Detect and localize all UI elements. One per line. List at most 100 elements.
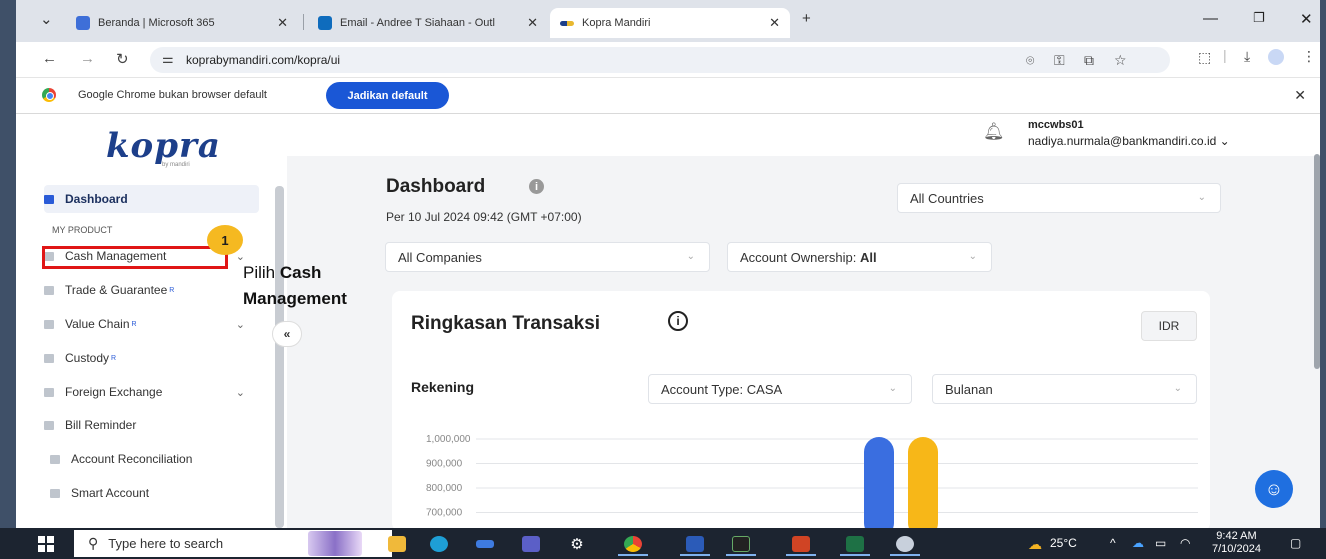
new-tab-icon[interactable]: + <box>802 10 811 27</box>
sidebar-item-smart-account[interactable]: Smart Account <box>50 479 265 507</box>
tab-search-icon[interactable]: ⌄ <box>40 10 53 28</box>
bell-icon[interactable]: 🔔︎ <box>983 122 1005 142</box>
app-header: 🔔︎ mccwbs01 nadiya.nurmala@bankmandiri.c… <box>287 114 1320 156</box>
file-explorer-icon[interactable] <box>378 531 416 556</box>
summary-title: Ringkasan Transaksi <box>411 313 601 334</box>
chrome-taskbar-icon[interactable] <box>614 531 652 556</box>
highlight-box <box>42 246 228 269</box>
info-icon[interactable]: i <box>529 179 544 194</box>
sidebar-item-label: Foreign Exchange <box>65 385 163 399</box>
infobar-close-icon[interactable]: ✕ <box>1294 87 1306 104</box>
toolbar-divider: | <box>1223 47 1227 63</box>
account-ownership-select[interactable]: Account Ownership: All ⌄ <box>727 242 992 272</box>
chevron-down-icon: ⌄ <box>686 251 695 262</box>
countries-select[interactable]: All Countries ⌄ <box>897 183 1221 213</box>
value-chain-icon <box>44 319 54 329</box>
chevron-up-icon[interactable]: ^ <box>1110 536 1116 550</box>
notification-icon[interactable]: ▢ <box>1290 536 1301 550</box>
sidebar-item-value-chain[interactable]: Value Chain R ⌄ <box>44 310 259 338</box>
windows-start-icon[interactable] <box>38 536 54 552</box>
taskbar-search[interactable]: ⚲ Type here to search <box>74 530 392 557</box>
custody-icon <box>44 353 54 363</box>
info-icon[interactable]: i <box>668 311 688 331</box>
minimize-icon[interactable]: — <box>1203 10 1218 27</box>
user-email[interactable]: nadiya.nurmala@bankmandiri.co.id ⌄ <box>1028 134 1230 148</box>
sidebar-scrollbar[interactable] <box>275 186 284 528</box>
profile-avatar-icon[interactable] <box>1268 49 1284 65</box>
step-number-badge: 1 <box>207 225 243 255</box>
browser-menu-icon[interactable]: ⋮ <box>1302 48 1316 65</box>
location-icon[interactable]: ⌾ <box>1026 52 1034 69</box>
set-default-button[interactable]: Jadikan default <box>326 82 449 109</box>
support-chat-button[interactable]: ☺ <box>1255 470 1293 508</box>
chevron-down-icon: ⌄ <box>1173 383 1182 394</box>
account-label: Rekening <box>411 379 475 395</box>
teams-icon[interactable] <box>512 531 550 556</box>
tab-microsoft-365[interactable]: Beranda | Microsoft 365 ✕ <box>66 8 298 38</box>
account-type-select[interactable]: Account Type: CASA ⌄ <box>648 374 912 404</box>
y-tick-label: 700,000 <box>426 508 463 519</box>
main-scrollbar[interactable] <box>1314 154 1320 369</box>
settings-gear-icon[interactable]: ⚙ <box>558 531 596 556</box>
excel-icon[interactable] <box>836 531 874 556</box>
weather-icon: ☁ <box>1028 536 1042 552</box>
url-omnibox[interactable]: ⚌ koprabymandiri.com/kopra/ui ⌾ ⚿ ⧉ ☆ <box>150 47 1170 73</box>
bar-series-1[interactable] <box>864 437 894 528</box>
close-icon[interactable]: ✕ <box>277 15 288 31</box>
tab-email[interactable]: Email - Andree T Siahaan - Outl ✕ <box>308 8 548 38</box>
chevron-down-icon: ⌄ <box>968 251 977 262</box>
extensions-icon[interactable]: ⬚ <box>1198 49 1211 66</box>
collapse-sidebar-button[interactable]: « <box>272 321 302 347</box>
sidebar-item-bill-reminder[interactable]: Bill Reminder <box>44 411 259 439</box>
sidebar-item-label: Dashboard <box>65 192 128 206</box>
back-icon[interactable]: ← <box>42 50 57 67</box>
sidebar-item-custody[interactable]: Custody R <box>44 344 259 372</box>
bar-series-2[interactable] <box>908 437 938 528</box>
powerpoint-icon[interactable] <box>782 531 820 556</box>
transaction-chart: 1,000,000 900,000 800,000 700,000 <box>426 434 1198 528</box>
chevron-down-icon[interactable]: ⌄ <box>236 386 245 399</box>
dashboard-icon <box>44 194 54 204</box>
registered-badge: R <box>111 354 117 362</box>
wifi-icon[interactable]: ◠ <box>1180 536 1190 550</box>
downloads-icon[interactable]: ⤓ <box>1244 48 1250 65</box>
page-title: Dashboard <box>386 176 486 197</box>
window-close-icon[interactable]: ✕ <box>1300 10 1313 28</box>
search-placeholder: Type here to search <box>108 536 224 551</box>
support-agent-icon: ☺ <box>1264 478 1284 499</box>
sidebar-item-trade-guarantee[interactable]: Trade & Guarantee R <box>44 276 259 304</box>
install-app-icon[interactable]: ⧉ <box>1084 52 1094 69</box>
battery-icon[interactable]: ▭ <box>1155 536 1166 550</box>
site-info-icon[interactable]: ⚌ <box>162 51 174 67</box>
terminal-icon[interactable] <box>722 531 760 556</box>
vpn-app-icon[interactable] <box>886 531 924 556</box>
sidebar-item-dashboard[interactable]: Dashboard <box>44 185 259 213</box>
word-icon[interactable] <box>676 531 714 556</box>
close-icon[interactable]: ✕ <box>769 15 780 31</box>
sidebar-item-account-reconciliation[interactable]: Account Reconciliation <box>50 445 265 473</box>
foreign-exchange-icon <box>44 387 54 397</box>
edge-icon[interactable] <box>420 531 458 556</box>
period-select[interactable]: Bulanan ⌄ <box>932 374 1197 404</box>
currency-button[interactable]: IDR <box>1141 311 1197 341</box>
bookmark-star-icon[interactable]: ☆ <box>1114 52 1127 69</box>
kopra-favicon <box>560 20 574 26</box>
desktop-edge-left <box>0 0 16 528</box>
restore-icon[interactable]: ❐ <box>1253 10 1265 26</box>
forward-icon[interactable]: → <box>80 50 95 67</box>
chevron-down-icon: ⌄ <box>888 383 897 394</box>
tab-kopra-mandiri[interactable]: Kopra Mandiri ✕ <box>550 8 790 38</box>
weather-temp[interactable]: 25°C <box>1050 536 1077 550</box>
sidebar: kopra by mandiri Dashboard MY PRODUCT Ca… <box>16 114 287 528</box>
reload-icon[interactable]: ↻ <box>116 50 129 68</box>
sidebar-item-foreign-exchange[interactable]: Foreign Exchange ⌄ <box>44 378 259 406</box>
kopra-logo[interactable]: kopra <box>106 126 221 166</box>
system-clock[interactable]: 9:42 AM 7/10/2024 <box>1212 530 1261 556</box>
chevron-down-icon[interactable]: ⌄ <box>236 318 245 331</box>
close-icon[interactable]: ✕ <box>527 15 538 31</box>
account-reconciliation-icon <box>50 454 60 464</box>
companies-select[interactable]: All Companies ⌄ <box>385 242 710 272</box>
onedrive-icon[interactable]: ☁ <box>1132 536 1144 550</box>
infinity-app-icon[interactable] <box>466 531 504 556</box>
password-key-icon[interactable]: ⚿ <box>1054 52 1065 69</box>
